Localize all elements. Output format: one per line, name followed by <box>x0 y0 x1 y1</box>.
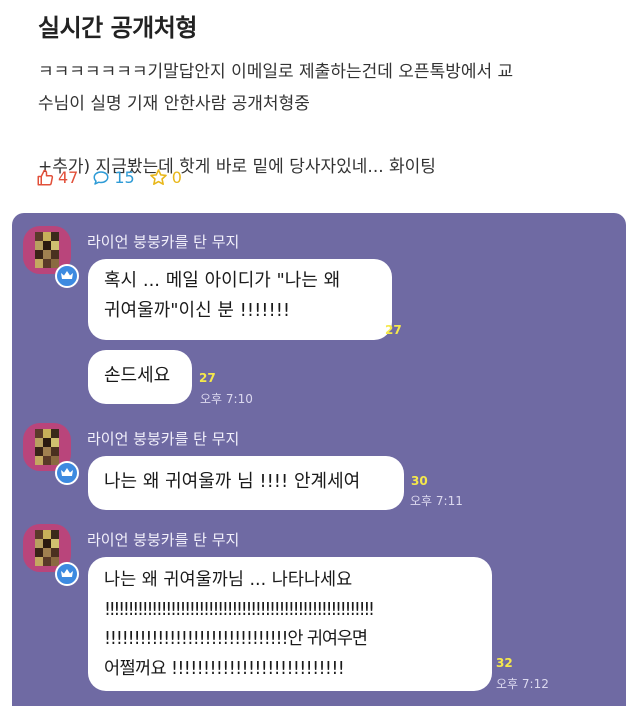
message-line: !!!!!!!!!!!!!!!!!!!!!!!!!!!!!!!!!!!!!!!!… <box>104 599 375 620</box>
sender-name: 라이언 붕붕카를 탄 무지 <box>87 531 240 549</box>
sender-name: 라이언 붕붕카를 탄 무지 <box>87 233 240 251</box>
post-body-line: 수님이 실명 기재 안한사람 공개처형중 <box>38 94 310 114</box>
unread-count: 27 <box>385 323 402 337</box>
message-line: 귀여울까"이신 분 !!!!!!! <box>104 300 291 321</box>
like-count: 47 <box>58 168 79 187</box>
unread-count: 32 <box>496 656 513 670</box>
message-line: 손드세요 <box>104 365 171 386</box>
blurred-profile-image <box>35 530 59 566</box>
message-bubble: 손드세요 <box>88 350 192 404</box>
blurred-profile-image <box>35 232 59 268</box>
scrap-button[interactable]: 0 <box>149 168 182 187</box>
message-line: !!!!!!!!!!!!!!!!!!!!!!!!!!!!!!!안 귀여우면 <box>104 629 368 649</box>
like-button[interactable]: 47 <box>36 168 78 187</box>
message-bubble: 나는 왜 귀여울까 님 !!!! 안계세여 <box>88 456 404 510</box>
message-time: 오후 7:12 <box>496 677 549 691</box>
message-line: 나는 왜 귀여울까 님 !!!! 안계세여 <box>104 471 361 492</box>
sender-name: 라이언 붕붕카를 탄 무지 <box>87 430 240 448</box>
unread-count: 27 <box>199 371 216 385</box>
comment-button[interactable]: 15 <box>92 168 135 187</box>
message-line: 나는 왜 귀여울까님 ... 나타나세요 <box>104 570 353 590</box>
message-bubble: 혹시 ... 메일 아이디가 "나는 왜 귀여울까"이신 분 !!!!!!! <box>88 259 392 340</box>
star-count: 0 <box>171 168 182 187</box>
message-time: 오후 7:10 <box>200 392 253 406</box>
unread-count: 30 <box>411 474 428 488</box>
post-title: 실시간 공개처형 <box>38 14 197 42</box>
message-bubble: 나는 왜 귀여울까님 ... 나타나세요 !!!!!!!!!!!!!!!!!!!… <box>88 557 492 691</box>
comment-count: 15 <box>114 168 135 187</box>
thumbs-up-icon <box>37 169 54 185</box>
star-icon <box>149 169 167 186</box>
crown-icon <box>55 562 79 586</box>
message-line: 어쩔꺼요 !!!!!!!!!!!!!!!!!!!!!!!!!!! <box>104 658 345 679</box>
blurred-profile-image <box>35 429 59 465</box>
post-body-line: ㅋㅋㅋㅋㅋㅋㅋ기말답안지 이메일로 제출하는건데 오픈톡방에서 교 <box>38 62 514 82</box>
post-stats: 47 15 0 <box>36 168 196 187</box>
crown-icon <box>55 264 79 288</box>
chat-screenshot: 라이언 붕붕카를 탄 무지 혹시 ... 메일 아이디가 "나는 왜 귀여울까"… <box>12 213 626 706</box>
crown-icon <box>55 461 79 485</box>
message-line: 혹시 ... 메일 아이디가 "나는 왜 <box>104 270 341 291</box>
speech-bubble-icon <box>93 170 109 185</box>
message-time: 오후 7:11 <box>410 494 463 508</box>
post-body: ㅋㅋㅋㅋㅋㅋㅋ기말답안지 이메일로 제출하는건데 오픈톡방에서 교 수님이 실명… <box>38 56 608 183</box>
